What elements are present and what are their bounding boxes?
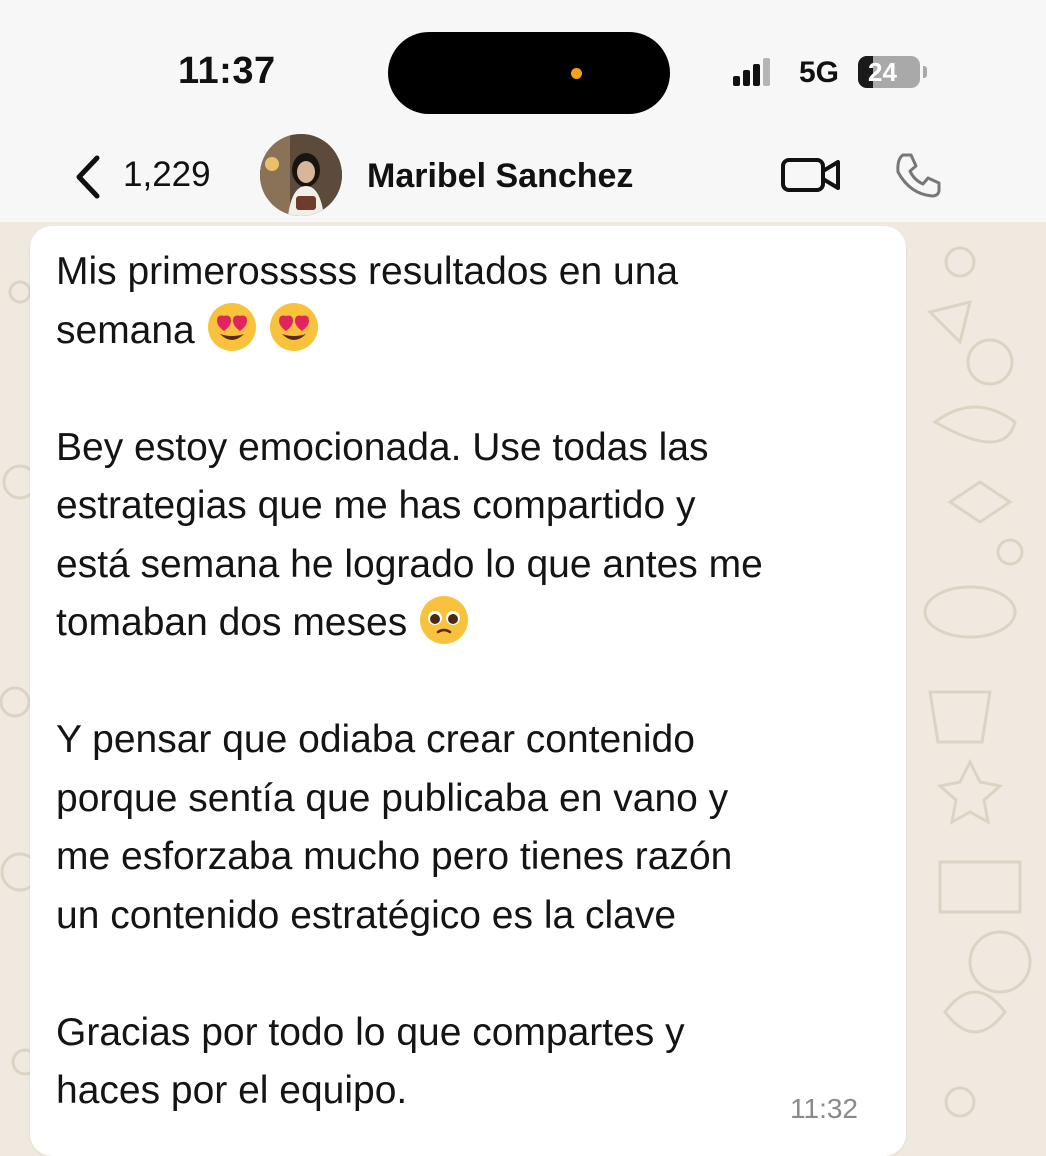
message-timestamp: 11:32 bbox=[790, 1093, 858, 1124]
message-line: semana bbox=[56, 302, 896, 361]
contact-name[interactable]: Maribel Sanchez bbox=[367, 157, 633, 196]
message-line: Bey estoy emocionada. Use todas las bbox=[56, 425, 709, 469]
top-bar: 11:37 5G 24 1,229 Maribel Sanchez bbox=[0, 0, 1046, 222]
battery-percent: 24 bbox=[868, 57, 897, 87]
message-line: Mis primerosssss resultados en una bbox=[56, 250, 679, 293]
privacy-indicator-dot bbox=[571, 68, 582, 79]
signal-bars-icon bbox=[733, 58, 770, 86]
battery-icon: 24 bbox=[858, 56, 920, 88]
heart-eyes-emoji-icon bbox=[207, 303, 256, 352]
message-line: Y pensar que odiaba crear contenido bbox=[56, 718, 695, 761]
pleading-face-emoji-icon bbox=[420, 595, 469, 644]
message-line: me esforzaba mucho pero tienes razón bbox=[56, 835, 733, 878]
message-line: porque sentía que publicaba en vano y bbox=[56, 776, 729, 820]
message-line: un contenido estratégico es la clave bbox=[56, 893, 677, 937]
heart-eyes-emoji-icon bbox=[270, 303, 319, 352]
back-unread-count[interactable]: 1,229 bbox=[123, 155, 211, 195]
battery-tip bbox=[923, 66, 927, 78]
message-line: tomaban dos meses bbox=[56, 594, 896, 653]
message-line: haces por el equipo. bbox=[56, 1069, 408, 1112]
phone-icon[interactable] bbox=[893, 150, 943, 200]
chevron-left-icon[interactable] bbox=[70, 152, 110, 202]
contact-avatar[interactable] bbox=[260, 134, 342, 216]
message-line: Gracias por todo lo que compartes y bbox=[56, 1010, 685, 1054]
message-text: Mis primerosssss resultados en una seman… bbox=[56, 243, 896, 1121]
network-type: 5G bbox=[799, 56, 840, 89]
message-line: estrategias que me has compartido y bbox=[56, 484, 696, 527]
status-time: 11:37 bbox=[178, 50, 276, 92]
video-camera-icon[interactable] bbox=[780, 155, 842, 195]
dynamic-island bbox=[388, 32, 670, 114]
message-line: está semana he logrado lo que antes me bbox=[56, 542, 763, 586]
